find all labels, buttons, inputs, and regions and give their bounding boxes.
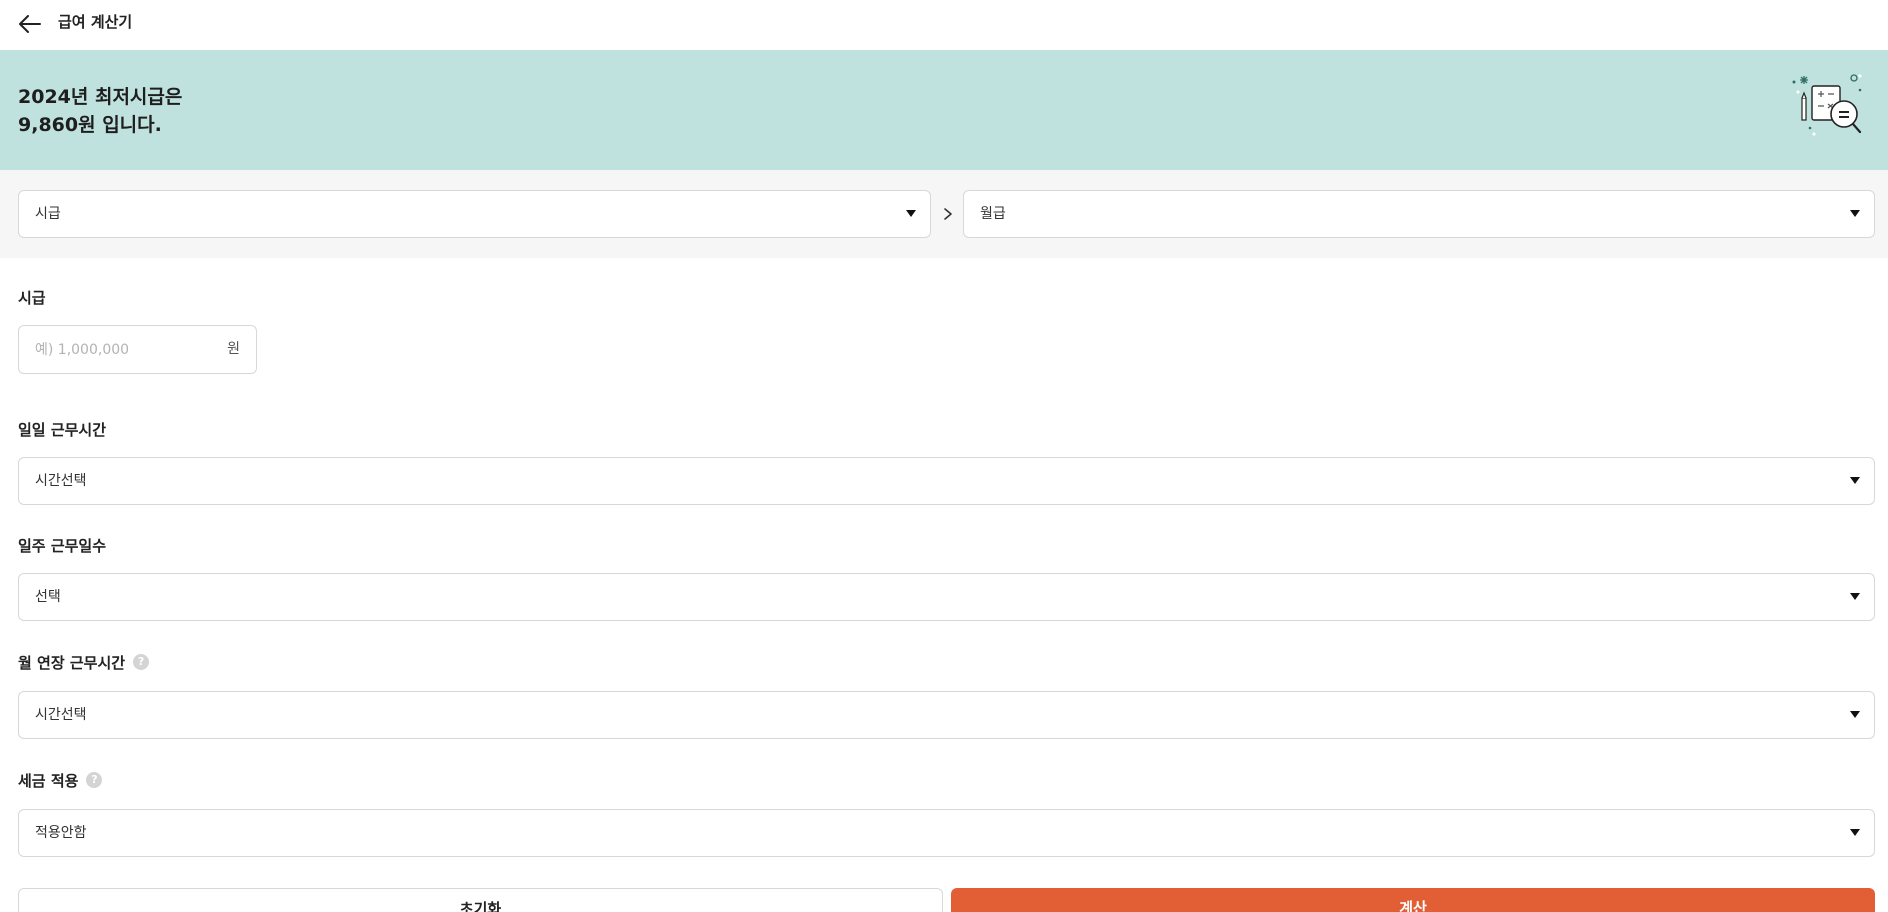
tax-label: 세금 적용 bbox=[18, 772, 79, 790]
from-unit-value: 시급 bbox=[35, 206, 61, 222]
page-title: 급여 계산기 bbox=[58, 13, 133, 31]
question-circle-icon[interactable]: ? bbox=[86, 772, 103, 788]
caret-down-icon bbox=[1850, 477, 1860, 484]
caret-down-icon bbox=[1850, 210, 1860, 217]
tax-label-row: 세금 적용? bbox=[18, 771, 103, 791]
wage-unit: 원 bbox=[227, 341, 240, 357]
conversion-row: 시급 월급 bbox=[0, 170, 1888, 258]
question-circle-icon[interactable]: ? bbox=[133, 654, 150, 670]
caret-down-icon bbox=[1850, 829, 1860, 836]
wage-label: 시급 bbox=[18, 289, 46, 307]
chevron-right-icon bbox=[944, 208, 952, 220]
tax-select[interactable]: 적용안함 bbox=[18, 809, 1875, 857]
back-button[interactable] bbox=[16, 10, 44, 38]
daily-hours-value: 시간선택 bbox=[35, 473, 87, 489]
weekly-days-value: 선택 bbox=[35, 589, 61, 605]
caret-down-icon bbox=[1850, 593, 1860, 600]
arrow-left-icon bbox=[19, 15, 41, 33]
overtime-label-row: 월 연장 근무시간? bbox=[18, 653, 150, 673]
wage-field[interactable]: 원 bbox=[18, 325, 257, 374]
banner-line-2: 9,860원 입니다. bbox=[18, 114, 162, 136]
caret-down-icon bbox=[1850, 711, 1860, 718]
weekly-days-label: 일주 근무일수 bbox=[18, 537, 107, 555]
calculator-magnifier-icon bbox=[1792, 74, 1862, 136]
minimum-wage-banner: 2024년 최저시급은 9,860원 입니다. bbox=[0, 50, 1888, 170]
daily-hours-select[interactable]: 시간선택 bbox=[18, 457, 1875, 505]
from-unit-select[interactable]: 시급 bbox=[18, 190, 931, 238]
banner-text: 2024년 최저시급은 9,860원 입니다. bbox=[18, 83, 182, 139]
daily-hours-label: 일일 근무시간 bbox=[18, 421, 107, 439]
calculate-button[interactable]: 계산 bbox=[951, 888, 1875, 912]
banner-line-1: 2024년 최저시급은 bbox=[18, 86, 183, 108]
to-unit-select[interactable]: 월급 bbox=[963, 190, 1875, 238]
tax-value: 적용안함 bbox=[35, 825, 87, 841]
overtime-label: 월 연장 근무시간 bbox=[18, 654, 126, 672]
to-unit-value: 월급 bbox=[980, 206, 1006, 222]
caret-down-icon bbox=[906, 210, 916, 217]
wage-input[interactable] bbox=[35, 326, 215, 373]
reset-button[interactable]: 초기화 bbox=[18, 888, 943, 912]
overtime-value: 시간선택 bbox=[35, 707, 87, 723]
top-bar: 급여 계산기 bbox=[0, 0, 1888, 50]
weekly-days-select[interactable]: 선택 bbox=[18, 573, 1875, 621]
overtime-select[interactable]: 시간선택 bbox=[18, 691, 1875, 739]
